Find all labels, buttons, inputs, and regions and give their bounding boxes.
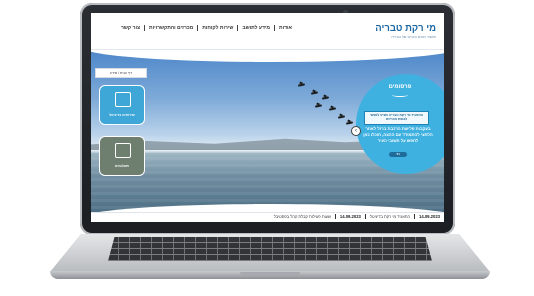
ticker-divider [414, 214, 416, 219]
tile-label: תשלומים [115, 164, 129, 168]
publication-highlight[interactable]: התאגיד מי רקת טבריה מציע לאנשי לבשת מכרז… [364, 111, 429, 125]
site-logo[interactable]: מי רקת טבריה [375, 23, 436, 34]
nav-divider [237, 25, 239, 31]
site-tagline: תאגיד המים והביוב של טבריה [391, 35, 436, 39]
hero-top-wave [91, 50, 444, 62]
bird-icon [310, 91, 319, 95]
breadcrumb[interactable]: דף הבית / מידע [95, 68, 147, 78]
nav-divider [197, 25, 199, 31]
bird-icon [337, 115, 346, 119]
read-more-button[interactable]: עוד [389, 152, 407, 157]
bird-icon [321, 96, 330, 100]
tile-payments[interactable]: תשלומים [99, 136, 145, 176]
bird-icon [297, 83, 306, 87]
wave-mark-icon [392, 93, 408, 97]
laptop-notch [240, 272, 300, 276]
bird-icon [345, 121, 354, 125]
laptop-screen: מי רקת טבריה תאגיד המים והביוב של טבריה … [91, 13, 444, 222]
site-header: מי רקת טבריה תאגיד המים והביוב של טבריה … [91, 13, 444, 50]
nav-item-resident-info[interactable]: מידע לתושב [242, 25, 270, 31]
publication-highlight-text: התאגיד מי רקת טבריה מציע לאנשי לבשת מכרז… [369, 113, 424, 122]
ticker-date: 14.09.2023 [339, 214, 361, 219]
bird-icon [314, 104, 323, 108]
ticker-item[interactable]: שעות פעילות קבלת קהל בפסטיבל [274, 214, 331, 219]
ticker-divider [364, 214, 366, 219]
ticker-date: 14.09.2023 [419, 214, 440, 219]
keyboard [108, 237, 432, 261]
news-ticker: 14.09.2023 התאגיד מי רקת בדיגיטל 14.09.2… [91, 212, 444, 222]
nav-item-tenders[interactable]: מכרזים והתקשרויות [149, 25, 193, 31]
ticker-divider [334, 214, 336, 219]
nav-item-customer-service[interactable]: שירות לקוחות [202, 25, 233, 31]
chevron-left-icon[interactable]: ‹ [351, 126, 361, 136]
publication-body: בעקבות פלישת הרכבת ברזל לאחר הלחצי להתמו… [363, 126, 433, 144]
laptop-base [50, 234, 490, 282]
nav-item-contact[interactable]: צור קשר [121, 25, 140, 31]
ticker-row: 14.09.2023 התאגיד מי רקת בדיגיטל 14.09.2… [274, 214, 440, 219]
tile-digital-services[interactable]: שירותים בדיגיטל [99, 85, 145, 125]
bird-icon [328, 107, 337, 111]
nav-item-about[interactable]: אודות [279, 25, 292, 31]
tile-label: שירותים בדיגיטל [109, 113, 135, 117]
main-nav: אודות מידע לתושב שירות לקוחות מכרזים והת… [121, 25, 292, 31]
nav-divider [144, 25, 145, 31]
credit-card-icon [115, 143, 131, 158]
nav-divider [274, 25, 275, 31]
ticker-item[interactable]: התאגיד מי רקת בדיגיטל [370, 214, 410, 219]
publications-title: פרסומים [388, 84, 412, 90]
monitor-icon [115, 92, 131, 107]
